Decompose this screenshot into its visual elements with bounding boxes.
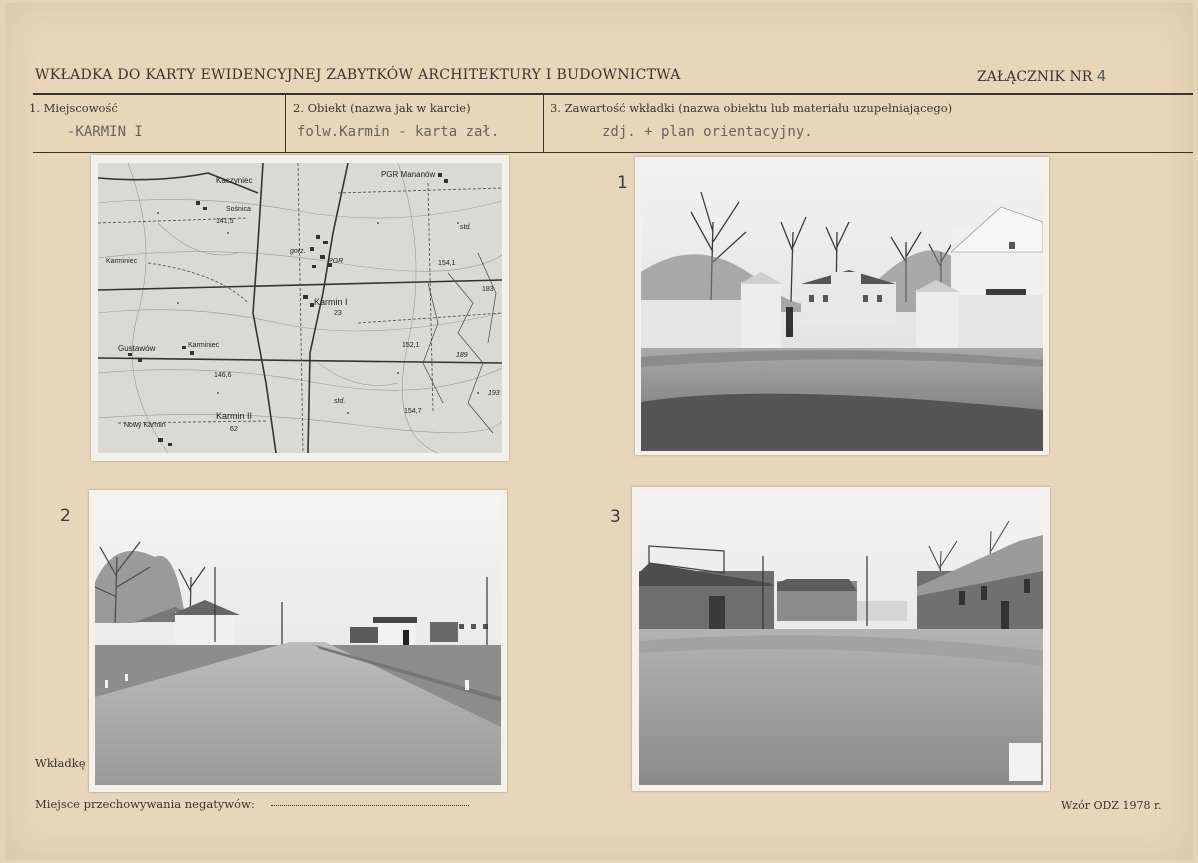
map-label-elev-1541: 154,1 (438, 260, 456, 267)
map-label-sosnica: Sośnica (226, 206, 251, 213)
photo-3-image (639, 491, 1043, 785)
header-divider-top (33, 93, 1193, 95)
map-label-elev-193: 193 (488, 390, 500, 397)
map-label-pgr: PGR (328, 258, 343, 265)
map-label-std-2: std. (334, 398, 345, 405)
photo-2-image (95, 497, 501, 785)
photo-number-3: 3 (610, 507, 621, 527)
field-locality-label: 1. Miejscowość (29, 101, 118, 115)
map-label-kaczyniec: Kaczyniec (216, 176, 252, 185)
map-label-pgr-mananow: PGR Mananów (381, 170, 435, 179)
footer-negatives-line (271, 805, 469, 806)
header-divider-bottom (33, 152, 1193, 153)
map-label-elev-1547: 154,7 (404, 408, 422, 415)
map-label-elev-23: 23 (334, 310, 342, 317)
map-label-elev-1521: 152,1 (402, 342, 420, 349)
photo-2-farm-road (89, 490, 507, 792)
field-contents-label: 3. Zawartość wkładki (nazwa obiektu lub … (550, 101, 953, 115)
annex-label-text: ZAŁĄCZNIK NR (977, 69, 1093, 85)
map-label-karminiec-1: Karminiec (106, 258, 138, 265)
annex-label: ZAŁĄCZNIK NR 4 (977, 67, 1106, 85)
field-separator-1 (285, 95, 286, 152)
footer-form-label: Wzór ODZ 1978 r. (1061, 799, 1162, 812)
footer-negatives-label: Miejsce przechowywania negatywów: (35, 797, 255, 811)
record-card: WKŁADKA DO KARTY EWIDENCYJNEJ ZABYTKÓW A… (5, 3, 1193, 860)
map-label-elev-62: 62 (230, 426, 238, 433)
map-label-karminiec-2: Karminiec (188, 342, 220, 349)
map-label-gustawow: Gustawów (118, 344, 156, 353)
field-object-value: folw.Karmin - karta zał. (297, 124, 500, 140)
field-separator-2 (543, 95, 544, 152)
map-label-gorz: gorz. (290, 248, 306, 255)
field-locality-value: -KARMIN I (67, 124, 143, 140)
map-label-std-1: std. (460, 224, 471, 231)
map-label-elev-1466: 146,6 (214, 372, 232, 379)
map-label-elev-189: 189 (456, 352, 468, 359)
photo-3-farmyard (632, 487, 1050, 791)
photo-number-1: 1 (617, 173, 628, 193)
photo-number-2: 2 (60, 506, 71, 526)
map-label-elev-183: 183 (482, 286, 494, 293)
map-label-karmin-1: Karmin I (314, 297, 348, 307)
card-title: WKŁADKA DO KARTY EWIDENCYJNEJ ZABYTKÓW A… (35, 67, 681, 83)
map-photo: Kaczyniec PGR Mananów Sośnica 141,5 Karm… (91, 155, 509, 461)
field-object-label: 2. Obiekt (nazwa jak w karcie) (293, 101, 471, 115)
map-label-elev-1415: 141,5 (216, 218, 234, 225)
photo-1-image (641, 162, 1043, 451)
annex-number: 4 (1096, 67, 1107, 85)
footer-wkladke-label: Wkładkę (35, 756, 86, 770)
photo-1-manor-gate (635, 157, 1049, 455)
map-label-nowy-karmin: Nowy Karmin (124, 422, 166, 429)
topographic-map: Kaczyniec PGR Mananów Sośnica 141,5 Karm… (98, 163, 502, 453)
map-label-karmin-2: Karmin II (216, 411, 252, 421)
field-contents-value: zdj. + plan orientacyjny. (602, 124, 813, 140)
